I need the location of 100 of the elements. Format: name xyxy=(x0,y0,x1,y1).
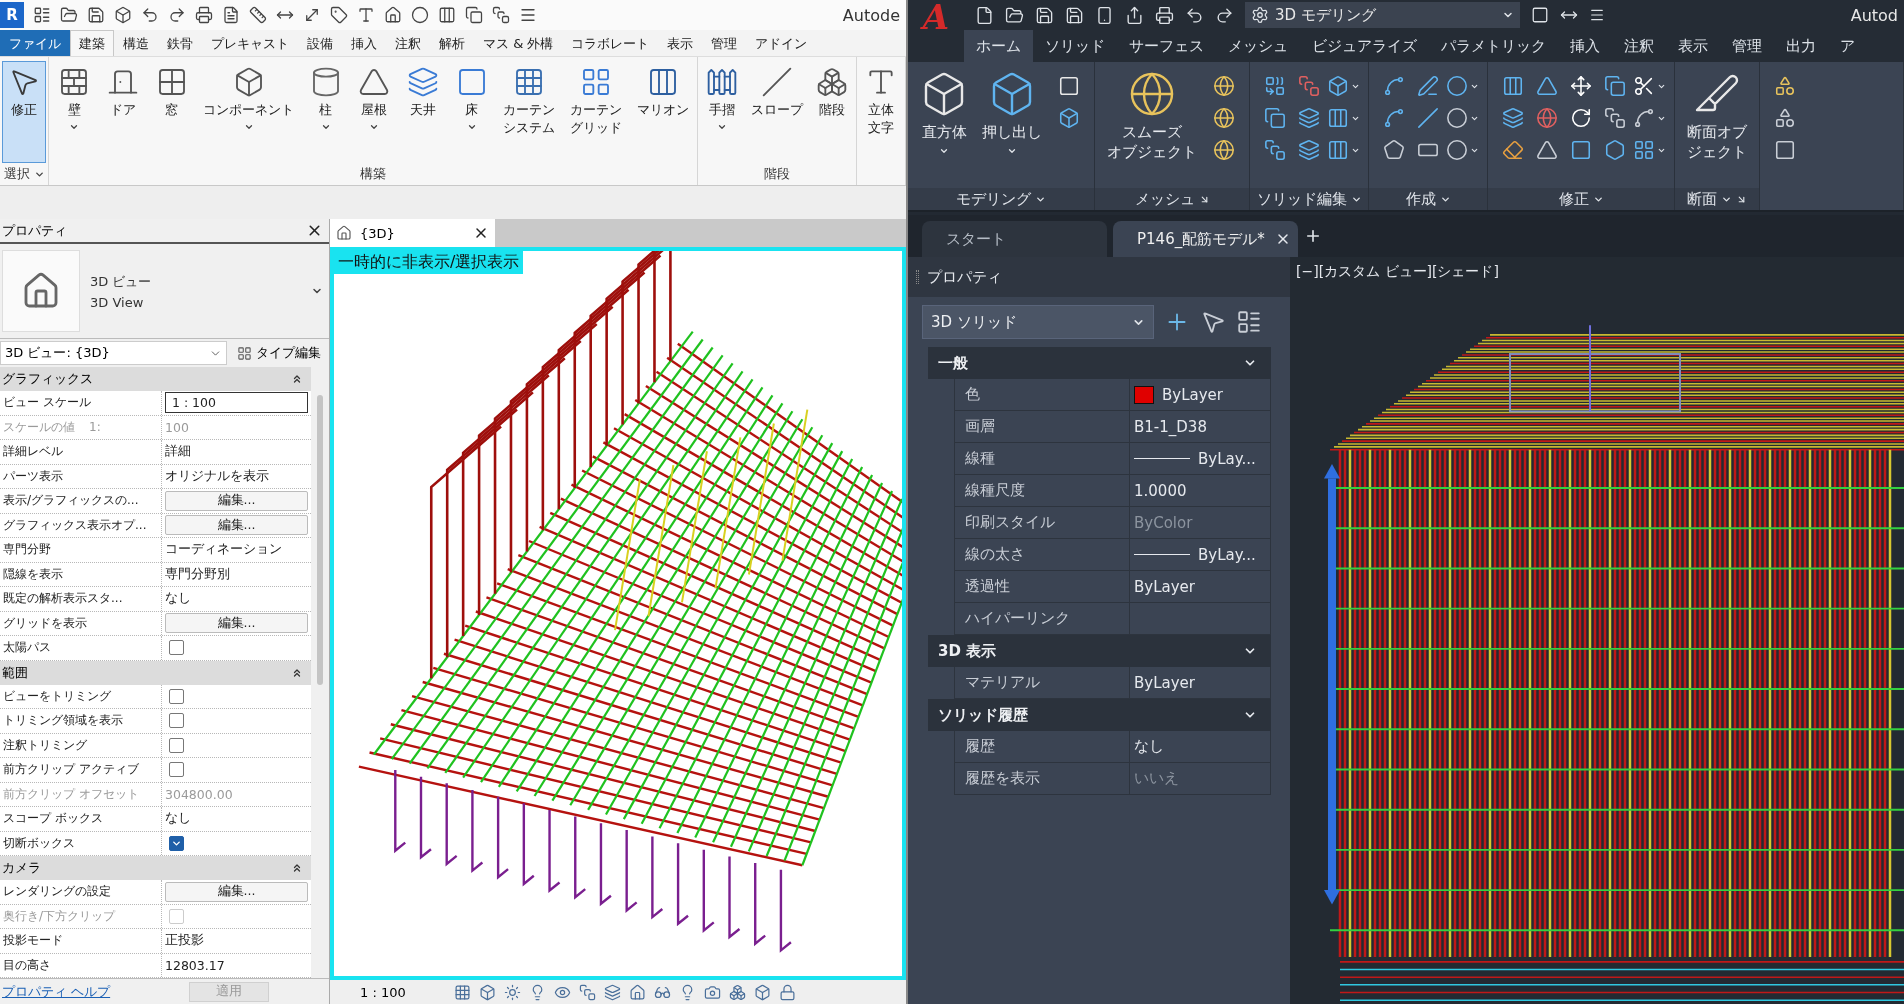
stack-icon[interactable] xyxy=(492,6,510,24)
instance-dropdown[interactable]: 3D ビュー: {3D} xyxy=(0,341,227,365)
ribbon-tab[interactable]: コラボレート xyxy=(562,30,659,56)
ribbon-tab[interactable]: ア xyxy=(1828,30,1867,62)
scissors-icon[interactable] xyxy=(1632,75,1655,97)
scale-field[interactable]: 1 : 100 xyxy=(165,392,308,414)
ribbon-button[interactable]: 屋根 xyxy=(352,61,397,163)
ribbon-tab[interactable]: 表示 xyxy=(658,30,703,56)
sphere-icon[interactable] xyxy=(1213,139,1235,161)
ellipse-icon[interactable] xyxy=(1445,139,1468,161)
house-icon[interactable] xyxy=(628,983,646,1001)
ribbon-button[interactable]: 階段 xyxy=(810,61,854,163)
line-icon[interactable] xyxy=(1417,107,1439,129)
print-icon[interactable] xyxy=(1155,5,1174,25)
checkbox[interactable] xyxy=(169,640,184,656)
ribbon-button[interactable]: 柱 xyxy=(303,61,348,163)
folder-icon[interactable] xyxy=(60,6,78,24)
ribbon-tab[interactable]: 注釈 xyxy=(1612,30,1666,62)
edit-button[interactable]: 編集... xyxy=(165,490,308,511)
ribbon-tab[interactable]: 表示 xyxy=(1666,30,1720,62)
grip-handle[interactable] xyxy=(916,270,919,284)
ribbon-tab[interactable]: 構造 xyxy=(114,30,158,56)
ribbon-button[interactable]: 立体 文字 xyxy=(859,61,903,163)
ribbon-tab[interactable]: サーフェス xyxy=(1117,30,1216,62)
ribbon-tab[interactable]: 出力 xyxy=(1774,30,1828,62)
ribbon-tab[interactable]: 鉄骨 xyxy=(158,30,202,56)
ribbon-tab[interactable]: マス & 外構 xyxy=(474,30,563,56)
file-tab[interactable]: P146_配筋モデル* xyxy=(1113,221,1298,257)
workspace-dropdown[interactable]: 3D モデリング xyxy=(1245,2,1520,28)
ribbon-button[interactable]: 手摺 xyxy=(700,61,744,163)
diagonal-arrows-icon[interactable] xyxy=(303,6,321,24)
plus-icon[interactable] xyxy=(1304,227,1322,245)
scrollbar-thumb[interactable] xyxy=(317,395,323,685)
ribbon-tab[interactable]: メッシュ xyxy=(1216,30,1300,62)
ribbon-tab[interactable]: アドイン xyxy=(746,30,817,56)
viewport-label[interactable]: [−][カスタム ビュー][シェード] xyxy=(1296,263,1499,281)
help-link[interactable]: プロパティ ヘルプ xyxy=(2,982,111,1001)
move-icon[interactable] xyxy=(1570,75,1592,97)
sphere-icon[interactable] xyxy=(1213,107,1235,129)
ribbon-button[interactable]: コンポーネント xyxy=(198,61,300,163)
square-icon[interactable] xyxy=(1774,139,1796,161)
edit-type-button[interactable]: タイプ編集 xyxy=(233,341,325,365)
ribbon-tab[interactable]: 挿入 xyxy=(1558,30,1612,62)
pen-icon[interactable] xyxy=(1417,75,1439,97)
selection-dropdown[interactable]: 3D ソリッド xyxy=(922,305,1154,339)
layers-icon[interactable] xyxy=(603,983,621,1001)
ribbon-button[interactable]: スムーズ オブジェクト xyxy=(1103,70,1201,163)
ribbon-button[interactable]: 直方体 xyxy=(916,70,972,157)
ribbon-button[interactable]: 壁 xyxy=(52,61,97,163)
save-icon[interactable] xyxy=(1035,5,1054,25)
ribbon-tab[interactable]: ソリッド xyxy=(1033,30,1117,62)
ribbon-button[interactable]: カーテン グリッド xyxy=(564,61,627,163)
ribbon-button[interactable]: 窓 xyxy=(149,61,194,163)
pentagon-icon[interactable] xyxy=(1383,139,1405,161)
ruler-icon[interactable] xyxy=(249,6,267,24)
copy-icon[interactable] xyxy=(1264,107,1286,129)
ribbon-tab[interactable]: 解析 xyxy=(430,30,474,56)
view-scale[interactable]: 1 : 100 xyxy=(360,984,406,1000)
house-icon[interactable] xyxy=(384,6,402,24)
select-objects-icon[interactable] xyxy=(1200,309,1226,335)
sun-icon[interactable] xyxy=(503,983,521,1001)
shapes-icon[interactable] xyxy=(1774,107,1796,129)
text-icon[interactable] xyxy=(357,6,375,24)
print-icon[interactable] xyxy=(195,6,213,24)
cube-icon[interactable] xyxy=(753,983,771,1001)
ribbon-button[interactable]: マリオン xyxy=(631,61,694,163)
boxes-icon[interactable] xyxy=(728,983,746,1001)
camera-icon[interactable] xyxy=(703,983,721,1001)
ribbon-button[interactable]: ドア xyxy=(100,61,145,163)
ribbon-tab[interactable]: ビジュアライズ xyxy=(1300,30,1429,62)
array-icon[interactable] xyxy=(1632,139,1655,161)
app-logo[interactable]: R xyxy=(0,2,24,28)
cube-icon[interactable] xyxy=(114,6,132,24)
file-icon[interactable] xyxy=(975,5,994,25)
columns-icon[interactable] xyxy=(1326,139,1349,161)
ribbon-tab[interactable]: 注釈 xyxy=(386,30,430,56)
curve-icon[interactable] xyxy=(1383,75,1405,97)
ribbon-tab[interactable]: 管理 xyxy=(702,30,747,56)
layers-icon[interactable] xyxy=(1298,139,1320,161)
stack-icon[interactable] xyxy=(1604,107,1626,129)
triangle-icon[interactable] xyxy=(1536,139,1558,161)
save-icon[interactable] xyxy=(87,6,105,24)
triangle-icon[interactable] xyxy=(1536,75,1558,97)
file-tab[interactable]: スタート xyxy=(922,221,1107,257)
save-icon[interactable] xyxy=(1065,5,1084,25)
ribbon-tab[interactable]: ホーム xyxy=(964,30,1033,62)
ribbon-tab[interactable]: 建築 xyxy=(70,30,114,56)
lock-icon[interactable] xyxy=(778,983,796,1001)
eraser-icon[interactable] xyxy=(1502,139,1524,161)
collapse-icon[interactable] xyxy=(291,373,303,385)
edit-button[interactable]: 編集... xyxy=(165,881,308,902)
shapes-icon[interactable] xyxy=(1774,75,1796,97)
rotate-icon[interactable] xyxy=(1570,107,1592,129)
ribbon-button[interactable]: カーテン システム xyxy=(498,61,561,163)
ribbon-tab[interactable]: パラメトリック xyxy=(1429,30,1558,62)
redo-icon[interactable] xyxy=(168,6,186,24)
ribbon-tab[interactable]: 挿入 xyxy=(342,30,386,56)
sphere-icon[interactable] xyxy=(1213,75,1235,97)
folder-icon[interactable] xyxy=(1005,5,1024,25)
columns-icon[interactable] xyxy=(1326,107,1349,129)
